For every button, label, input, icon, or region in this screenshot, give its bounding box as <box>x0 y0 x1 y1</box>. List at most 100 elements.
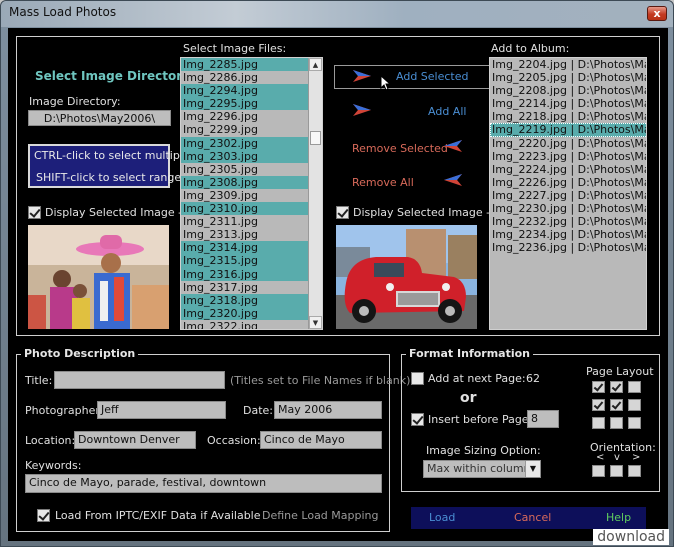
title-input[interactable] <box>54 371 225 389</box>
layout-cell-2-3[interactable] <box>628 399 641 411</box>
date-input[interactable]: May 2006 <box>274 401 382 419</box>
chevron-down-icon[interactable]: ▼ <box>525 461 540 477</box>
file-list-item[interactable]: Img_2296.jpg <box>181 110 309 123</box>
file-list-item[interactable]: Img_2294.jpg <box>181 84 309 98</box>
file-list-item[interactable]: Img_2285.jpg <box>181 58 309 72</box>
selection-hint-box: CTRL-click to select multiple SHIFT-clic… <box>28 144 190 188</box>
album-list-item[interactable]: Img_2234.jpg | D:\Photos\May2006 <box>490 228 646 241</box>
file-list-item[interactable]: Img_2302.jpg <box>181 136 309 150</box>
dialog-client: Select Image Directory Image Directory: … <box>8 28 668 541</box>
help-button[interactable]: Help <box>606 511 631 524</box>
window-title: Mass Load Photos <box>9 5 117 19</box>
scroll-down-icon[interactable]: ▼ <box>309 316 322 329</box>
album-list-item[interactable]: Img_2205.jpg | D:\Photos\May2006 <box>490 71 646 84</box>
album-list-item[interactable]: Img_2214.jpg | D:\Photos\May2006 <box>490 97 646 110</box>
occasion-input[interactable]: Cinco de Mayo <box>260 431 382 449</box>
footer-button-bar: Load Cancel Help <box>411 507 646 529</box>
layout-cell-3-3[interactable] <box>628 417 641 429</box>
page-layout-label: Page Layout <box>586 365 654 378</box>
scroll-thumb[interactable] <box>310 131 321 145</box>
insert-before-checkbox[interactable] <box>411 413 424 426</box>
cancel-button[interactable]: Cancel <box>514 511 551 524</box>
layout-cell-2-2[interactable] <box>610 399 623 411</box>
display-image-label-left: Display Selected Image -> <box>45 206 192 219</box>
insert-before-input[interactable]: 8 <box>527 410 559 428</box>
select-files-header: Select Image Files: <box>183 42 287 55</box>
album-list-item[interactable]: Img_2218.jpg | D:\Photos\May2006 <box>490 110 646 123</box>
album-list-item[interactable]: Img_2232.jpg | D:\Photos\May2006 <box>490 215 646 228</box>
album-list-item[interactable]: Img_2220.jpg | D:\Photos\May2006 <box>490 137 646 150</box>
photo-description-panel: Photo Description Title: (Titles set to … <box>16 347 410 532</box>
album-list-item[interactable]: Img_2204.jpg | D:\Photos\May2006 <box>490 58 646 71</box>
file-list-item[interactable]: Img_2286.jpg <box>181 71 309 84</box>
remove-selected-button[interactable]: Remove Selected <box>352 142 448 155</box>
photo-description-legend: Photo Description <box>21 347 139 360</box>
orientation-landscape[interactable] <box>592 465 605 477</box>
add-all-button[interactable]: Add All <box>428 105 466 118</box>
app-window: Mass Load Photos x Select Image Director… <box>0 0 674 547</box>
album-list[interactable]: Img_2204.jpg | D:\Photos\May2006Img_2205… <box>489 57 647 330</box>
file-list-item[interactable]: Img_2308.jpg <box>181 175 309 189</box>
file-list-item[interactable]: Img_2317.jpg <box>181 281 309 294</box>
arrow-right-all-icon[interactable] <box>353 104 371 116</box>
iptc-checkbox[interactable] <box>37 509 50 522</box>
file-list[interactable]: Img_2285.jpg Img_2286.jpg Img_2294.jpg Img_… <box>180 57 323 330</box>
image-directory-field[interactable]: D:\Photos\May2006\ <box>28 110 171 126</box>
occasion-label: Occasion: <box>207 434 261 447</box>
keywords-input[interactable]: Cinco de Mayo, parade, festival, downtow… <box>25 474 382 493</box>
album-list-item[interactable]: Img_2208.jpg | D:\Photos\May2006 <box>490 84 646 97</box>
remove-all-button[interactable]: Remove All <box>352 176 414 189</box>
file-list-item[interactable]: Img_2310.jpg <box>181 202 309 216</box>
sizing-select[interactable]: Max within columns ▼ <box>423 460 541 478</box>
album-list-item[interactable]: Img_2230.jpg | D:\Photos\May2006 <box>490 202 646 215</box>
file-list-item[interactable]: Img_2303.jpg <box>181 149 309 163</box>
file-list-item[interactable]: Img_2315.jpg <box>181 254 309 268</box>
preview-photo-truck <box>336 225 477 329</box>
album-list-item[interactable]: Img_2224.jpg | D:\Photos\May2006 <box>490 163 646 176</box>
layout-cell-3-1[interactable] <box>592 417 605 429</box>
location-input[interactable]: Downtown Denver <box>74 431 196 449</box>
orientation-other[interactable] <box>628 465 641 477</box>
file-list-item[interactable]: Img_2305.jpg <box>181 163 309 176</box>
file-list-item[interactable]: Img_2314.jpg <box>181 241 309 255</box>
file-list-item[interactable]: Img_2313.jpg <box>181 228 309 241</box>
load-button[interactable]: Load <box>429 511 455 524</box>
next-page-checkbox[interactable] <box>411 372 424 385</box>
file-list-item[interactable]: Img_2311.jpg <box>181 215 309 228</box>
layout-cell-1-1[interactable] <box>592 381 605 393</box>
album-list-item[interactable]: Img_2236.jpg | D:\Photos\May2006 <box>490 241 646 254</box>
layout-cell-1-3[interactable] <box>628 381 641 393</box>
display-image-checkbox-right[interactable] <box>336 206 349 219</box>
arrow-left-all-icon[interactable] <box>444 174 462 186</box>
title-bar[interactable]: Mass Load Photos x <box>1 1 673 27</box>
iptc-label: Load From IPTC/EXIF Data if Available <box>55 509 261 522</box>
date-label: Date: <box>243 404 273 417</box>
file-list-item[interactable]: Img_2320.jpg <box>181 306 309 320</box>
close-button[interactable]: x <box>647 6 667 21</box>
title-label: Title: <box>25 374 53 387</box>
file-list-scrollbar[interactable]: ▲ ▼ <box>308 58 322 329</box>
image-directory-label: Image Directory: <box>29 95 121 108</box>
album-list-item[interactable]: Img_2226.jpg | D:\Photos\May2006 <box>490 176 646 189</box>
photographer-input[interactable]: Jeff <box>97 401 226 419</box>
album-list-item[interactable]: Img_2223.jpg | D:\Photos\May2006 <box>490 150 646 163</box>
album-list-item[interactable]: Img_2227.jpg | D:\Photos\May2006 <box>490 189 646 202</box>
mouse-cursor-icon <box>380 75 392 91</box>
album-list-item[interactable]: Img_2219.jpg | D:\Photos\May2006 <box>490 123 646 137</box>
file-list-item[interactable]: Img_2295.jpg <box>181 97 309 111</box>
file-list-item[interactable]: Img_2318.jpg <box>181 293 309 307</box>
arrow-left-icon[interactable] <box>444 140 462 152</box>
preview-photo-festival <box>28 225 169 329</box>
file-list-item[interactable]: Img_2316.jpg <box>181 267 309 281</box>
next-page-value: 62 <box>526 372 540 385</box>
orientation-portrait[interactable] <box>610 465 623 477</box>
layout-cell-1-2[interactable] <box>610 381 623 393</box>
scroll-up-icon[interactable]: ▲ <box>309 58 322 71</box>
layout-cell-3-2[interactable] <box>610 417 623 429</box>
display-image-checkbox-left[interactable] <box>28 206 41 219</box>
define-load-mapping-link[interactable]: Define Load Mapping <box>262 509 379 522</box>
file-list-item[interactable]: Img_2299.jpg <box>181 123 309 136</box>
file-list-item[interactable]: Img_2322.jpg <box>181 320 309 329</box>
file-list-item[interactable]: Img_2309.jpg <box>181 189 309 202</box>
layout-cell-2-1[interactable] <box>592 399 605 411</box>
